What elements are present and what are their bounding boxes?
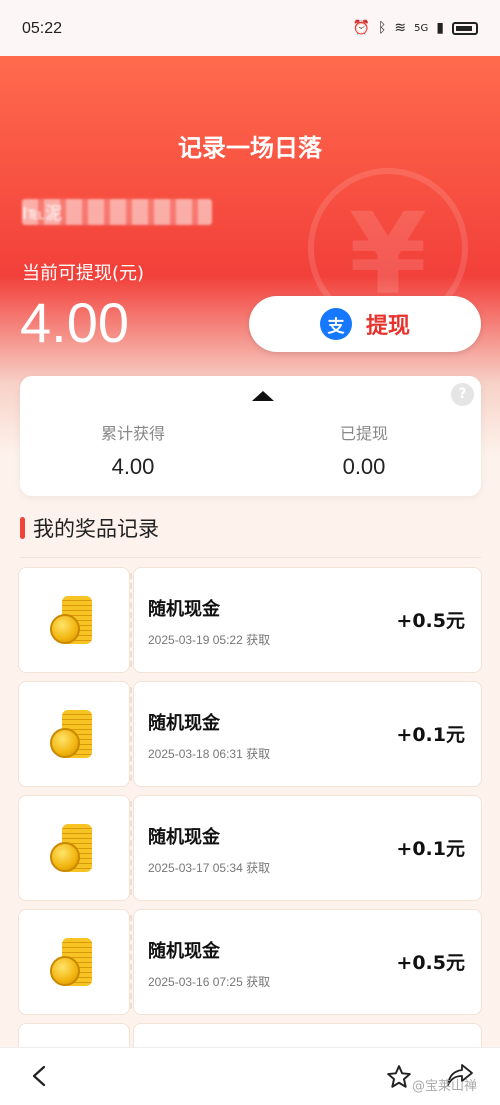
record-detail-panel: 随机现金 2025-03-19 05:22 获取 +0.5元: [133, 567, 482, 673]
record-name: 随机现金: [148, 827, 220, 848]
stat-total-value: 4.00: [111, 454, 155, 479]
record-detail-panel: 随机现金 2025-03-18 06:31 获取 +0.1元: [133, 681, 482, 787]
wifi-icon: ≋: [394, 20, 407, 36]
gold-coins-icon: [50, 820, 96, 876]
back-icon[interactable]: [28, 1064, 52, 1088]
record-amount: +0.5元: [396, 610, 465, 632]
balance-label: 当前可提现(元): [22, 263, 145, 284]
bottom-nav-bar: @宝莱山禅: [0, 1047, 500, 1105]
caret-up-icon: [252, 391, 274, 401]
record-amount: +0.1元: [396, 838, 465, 860]
star-icon[interactable]: [386, 1064, 412, 1090]
record-detail-panel: 随机现金 2025-03-16 07:25 获取 +0.5元: [133, 909, 482, 1015]
record-icon-panel: [18, 681, 130, 787]
section-title: 我的奖品记录: [33, 517, 159, 541]
record-amount: +0.5元: [396, 952, 465, 974]
withdraw-label: 提现: [365, 314, 410, 339]
record-time: 2025-03-19 05:22 获取: [148, 633, 271, 647]
section-accent-bar: [20, 517, 25, 539]
help-icon[interactable]: ?: [451, 383, 474, 406]
stat-withdrawn-value: 0.00: [342, 454, 386, 479]
status-bar: 05:22 ⏰ ᛒ ≋ 5G ▮: [0, 0, 500, 56]
record-amount: +0.1元: [396, 724, 465, 746]
gold-coins-icon: [50, 706, 96, 762]
list-item[interactable]: 随机现金 2025-03-16 07:25 获取 +0.5元: [18, 909, 482, 1015]
record-time: 2025-03-17 05:34 获取: [148, 861, 271, 875]
status-icons: ⏰ ᛒ ≋ 5G ▮: [353, 20, 478, 36]
user-name: I℡泥: [22, 199, 212, 225]
record-time: 2025-03-16 07:25 获取: [148, 975, 271, 989]
record-name: 随机现金: [148, 941, 220, 962]
record-name: 随机现金: [148, 599, 220, 620]
list-item[interactable]: 随机现金 2025-03-19 05:22 获取 +0.5元: [18, 567, 482, 673]
stat-withdrawn-label: 已提现: [339, 424, 388, 443]
alarm-icon: ⏰: [352, 20, 371, 36]
page-title: 记录一场日落: [178, 134, 322, 162]
watermark-text: @宝莱山禅: [412, 1079, 478, 1094]
withdraw-button[interactable]: 支 提现: [249, 296, 481, 352]
stat-total: 累计获得 4.00: [43, 420, 223, 480]
record-detail-panel: 随机现金 2025-03-17 05:34 获取 +0.1元: [133, 795, 482, 901]
section-header: 我的奖品记录: [20, 513, 159, 543]
gold-coins-icon: [50, 934, 96, 990]
list-item[interactable]: 随机现金 2025-03-18 06:31 获取 +0.1元: [18, 681, 482, 787]
section-divider: [20, 557, 481, 558]
record-icon-panel: [18, 909, 130, 1015]
list-item[interactable]: 随机现金 2025-03-17 05:34 获取 +0.1元: [18, 795, 482, 901]
network-label: 5G: [414, 22, 429, 34]
ticket-perforation: [130, 573, 132, 667]
stat-withdrawn: 已提现 0.00: [274, 420, 454, 480]
signal-icon: ▮: [436, 20, 444, 36]
record-name: 随机现金: [148, 713, 220, 734]
ticket-perforation: [130, 801, 132, 895]
ticket-perforation: [130, 915, 132, 1009]
record-icon-panel: [18, 567, 130, 673]
bluetooth-icon: ᛒ: [378, 20, 387, 36]
alipay-icon: 支: [319, 308, 352, 340]
stat-total-label: 累计获得: [100, 424, 165, 443]
stats-card: ? 累计获得 4.00 已提现 0.00: [20, 376, 481, 496]
gold-coins-icon: [50, 592, 96, 648]
ticket-perforation: [130, 687, 132, 781]
record-icon-panel: [18, 795, 130, 901]
status-time: 05:22: [22, 20, 63, 37]
balance-value: 4.00: [20, 291, 129, 354]
record-time: 2025-03-18 06:31 获取: [148, 747, 271, 761]
battery-icon: [452, 21, 478, 35]
